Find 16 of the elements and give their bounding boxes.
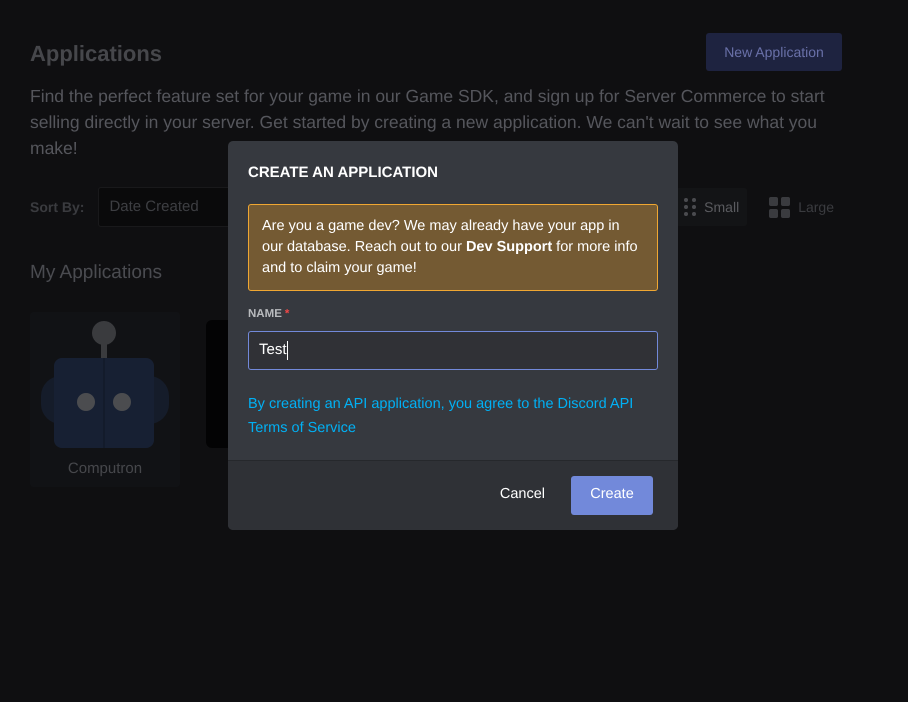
new-application-button[interactable]: New Application [706, 33, 842, 71]
page-title: Applications [30, 40, 162, 68]
section-title: My Applications [30, 261, 162, 285]
robot-icon [41, 320, 169, 448]
small-grid-icon [684, 198, 696, 216]
view-toggle[interactable]: Small [676, 188, 748, 226]
dialog-title: CREATE AN APPLICATION [248, 163, 439, 183]
create-button[interactable]: Create [571, 476, 653, 515]
large-grid-icon [769, 196, 790, 218]
required-mark: * [284, 306, 290, 322]
name-input[interactable]: Test [248, 330, 658, 370]
field-label: NAME [248, 306, 282, 322]
notice: Are you a game dev? We may already have your app in our database. Reach out to our Dev Support for more info and to claim your game! [248, 204, 658, 290]
terms-link[interactable]: By creating an API application, you agree to the Discord API Terms of Service [248, 392, 658, 440]
description: Find the perfect feature set for your game in our Game SDK, and sign up for Server Commerce to start selling directly in your server. Get started by creating a new application. We can't wait to see what you make! [30, 85, 826, 160]
cancel-button[interactable]: Cancel [492, 476, 553, 515]
